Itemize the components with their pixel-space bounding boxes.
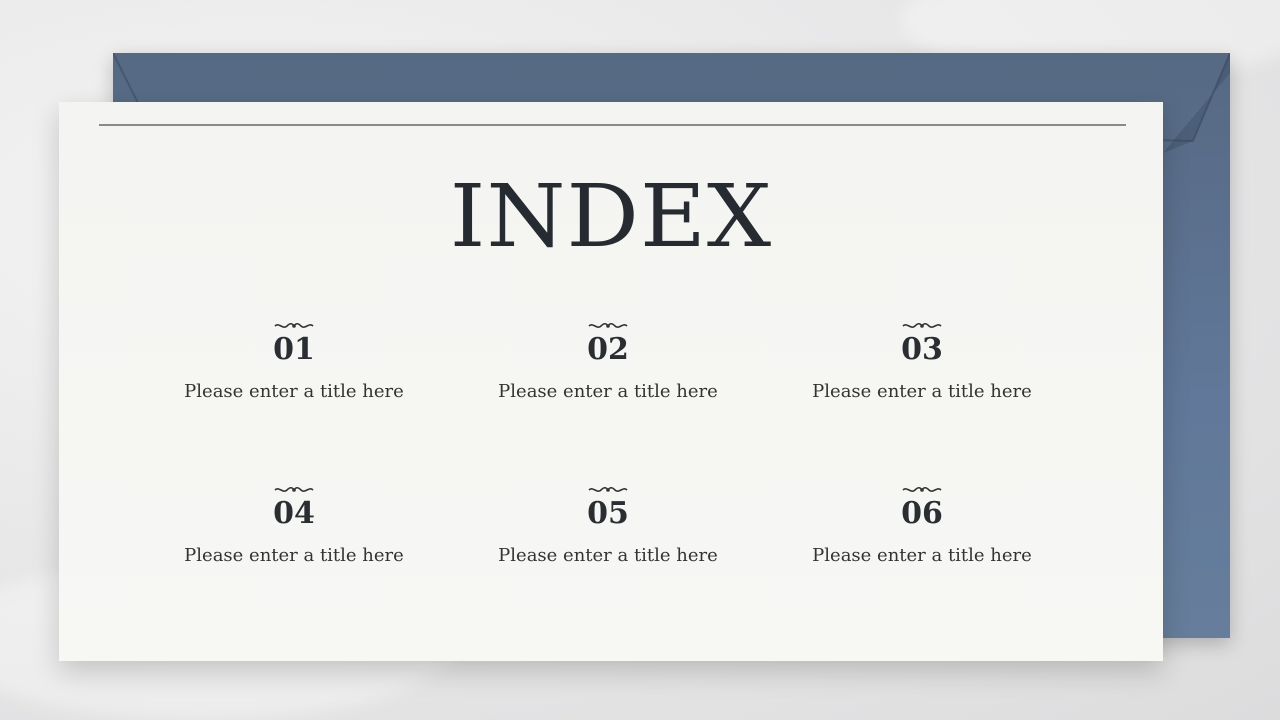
index-item-06: 06 Please enter a title here — [772, 485, 1072, 566]
ornament-flourish-icon — [902, 486, 942, 492]
index-item-03: 03 Please enter a title here — [772, 321, 1072, 402]
ornament-flourish-icon — [902, 322, 942, 328]
page-title: INDEX — [449, 167, 773, 267]
ornament-flourish-icon — [588, 322, 628, 328]
item-number: 02 — [587, 332, 629, 367]
item-label: Please enter a title here — [498, 381, 718, 402]
item-number: 06 — [901, 496, 943, 531]
ornament-flourish-icon — [588, 486, 628, 492]
index-card: INDEX 01 Please enter a title here 02 Pl… — [59, 102, 1163, 661]
item-number: 05 — [587, 496, 629, 531]
index-item-01: 01 Please enter a title here — [144, 321, 444, 402]
item-number: 04 — [273, 496, 315, 531]
item-label: Please enter a title here — [498, 545, 718, 566]
item-label: Please enter a title here — [812, 381, 1032, 402]
item-label: Please enter a title here — [812, 545, 1032, 566]
index-item-04: 04 Please enter a title here — [144, 485, 444, 566]
ornament-flourish-icon — [274, 486, 314, 492]
index-item-02: 02 Please enter a title here — [458, 321, 758, 402]
item-number: 03 — [901, 332, 943, 367]
index-item-05: 05 Please enter a title here — [458, 485, 758, 566]
item-number: 01 — [273, 332, 315, 367]
ornament-flourish-icon — [274, 322, 314, 328]
item-label: Please enter a title here — [184, 545, 404, 566]
top-divider — [99, 124, 1126, 126]
item-label: Please enter a title here — [184, 381, 404, 402]
